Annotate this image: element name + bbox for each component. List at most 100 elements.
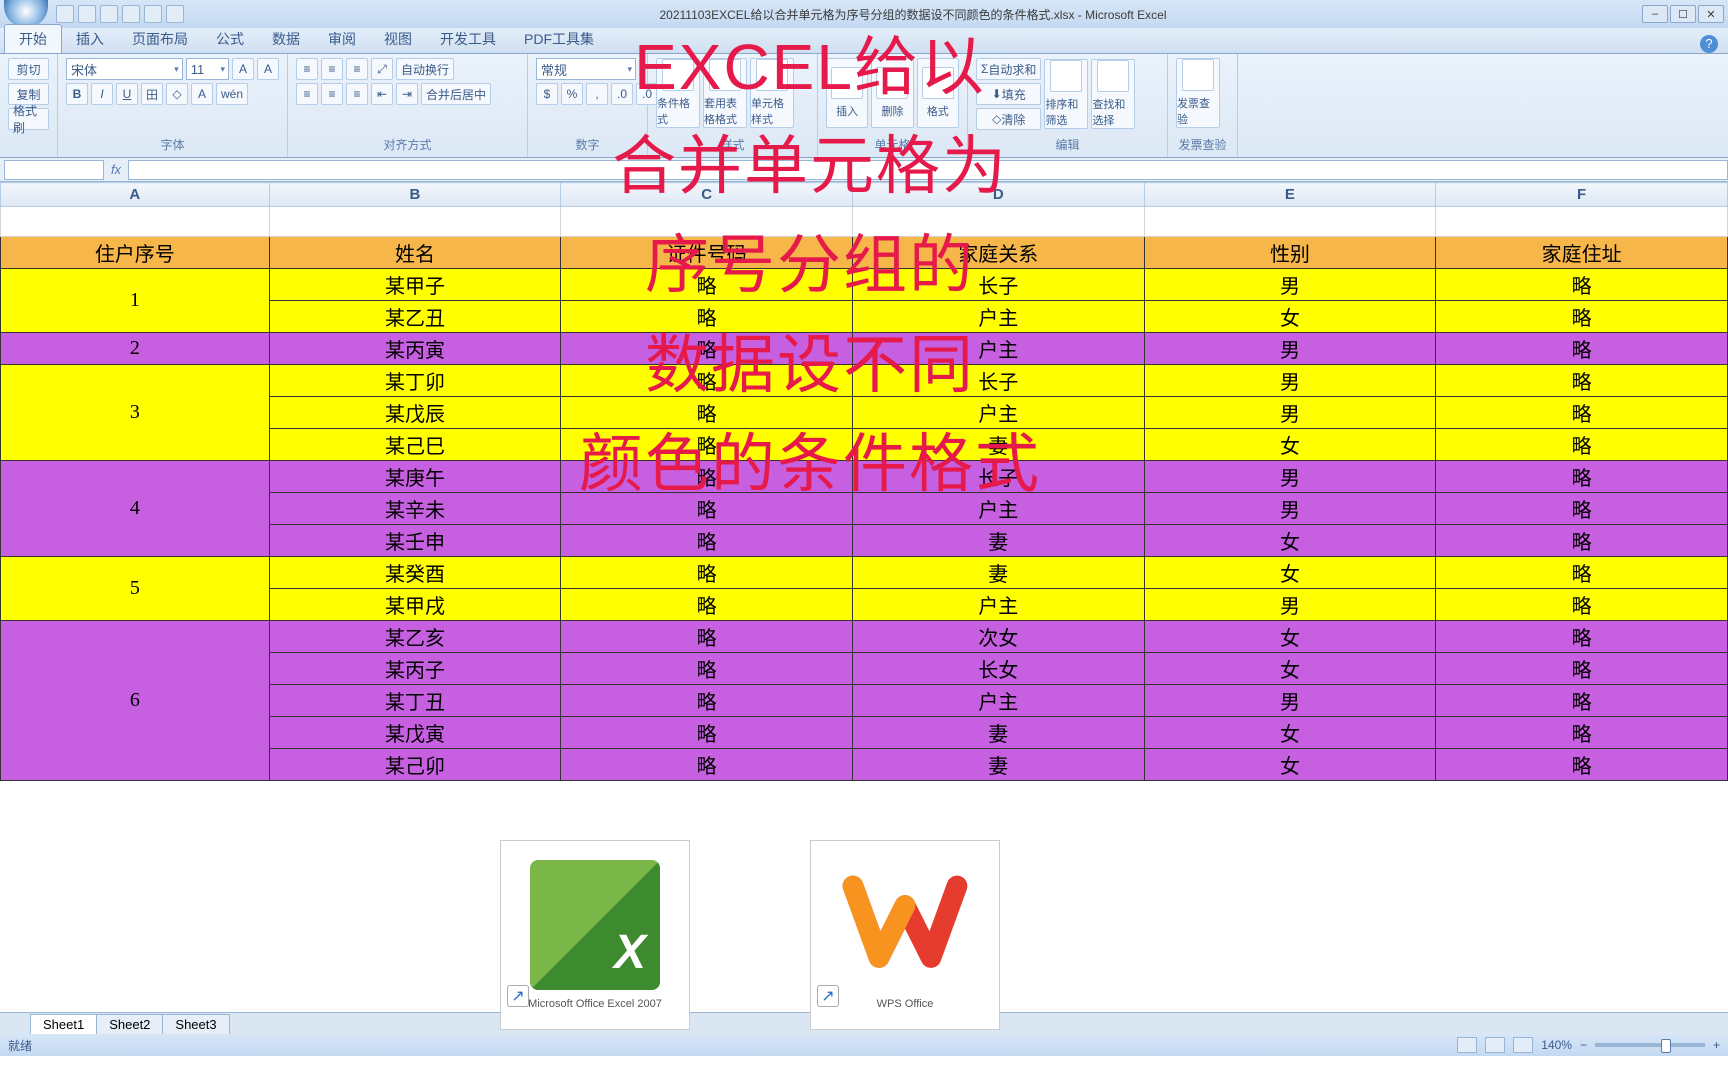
data-cell[interactable]: 女 (1144, 621, 1436, 653)
data-cell[interactable]: 男 (1144, 493, 1436, 525)
data-cell[interactable]: 略 (561, 269, 853, 301)
align-middle-button[interactable]: ≡ (321, 58, 343, 80)
data-cell[interactable]: 略 (1436, 333, 1728, 365)
invoice-check-button[interactable]: 发票查验 (1176, 58, 1220, 128)
sheet-tab-3[interactable]: Sheet3 (162, 1014, 229, 1034)
comma-button[interactable]: , (586, 83, 608, 105)
data-cell[interactable]: 略 (1436, 653, 1728, 685)
normal-view-button[interactable] (1457, 1037, 1477, 1053)
format-cells-button[interactable]: 格式 (917, 58, 959, 128)
tab-home[interactable]: 开始 (4, 24, 62, 53)
data-cell[interactable]: 女 (1144, 717, 1436, 749)
spreadsheet-grid[interactable]: ABCDEF住户序号姓名证件号码家庭关系性别家庭住址1某甲子略长子男略某乙丑略户… (0, 182, 1728, 1012)
find-select-button[interactable]: 查找和选择 (1091, 59, 1135, 129)
data-cell[interactable]: 略 (561, 589, 853, 621)
seq-cell[interactable]: 5 (1, 557, 270, 621)
data-cell[interactable]: 某庚午 (269, 461, 561, 493)
data-cell[interactable]: 略 (561, 301, 853, 333)
data-cell[interactable]: 长子 (852, 461, 1144, 493)
data-cell[interactable]: 女 (1144, 525, 1436, 557)
data-cell[interactable]: 某乙丑 (269, 301, 561, 333)
data-cell[interactable]: 户主 (852, 333, 1144, 365)
insert-cells-button[interactable]: 插入 (826, 58, 868, 128)
fill-button[interactable]: ⬇ 填充 (976, 83, 1041, 105)
increase-indent-button[interactable]: ⇥ (396, 83, 418, 105)
page-break-view-button[interactable] (1513, 1037, 1533, 1053)
underline-button[interactable]: U (116, 83, 138, 105)
align-left-button[interactable]: ≡ (296, 83, 318, 105)
qat-new-icon[interactable] (144, 5, 162, 23)
font-size-combo[interactable]: 11 (186, 58, 229, 80)
data-cell[interactable]: 略 (561, 333, 853, 365)
border-button[interactable]: 田 (141, 83, 163, 105)
cell-styles-button[interactable]: 单元格样式 (750, 58, 794, 128)
decrease-indent-button[interactable]: ⇤ (371, 83, 393, 105)
data-cell[interactable]: 女 (1144, 749, 1436, 781)
cell-empty[interactable] (1, 207, 270, 237)
data-cell[interactable]: 略 (561, 685, 853, 717)
data-cell[interactable]: 略 (1436, 269, 1728, 301)
data-cell[interactable]: 略 (561, 397, 853, 429)
data-cell[interactable]: 妻 (852, 525, 1144, 557)
data-cell[interactable]: 户主 (852, 493, 1144, 525)
data-cell[interactable]: 略 (561, 557, 853, 589)
data-cell[interactable]: 妻 (852, 749, 1144, 781)
tab-view[interactable]: 视图 (370, 25, 426, 53)
grow-font-button[interactable]: A (232, 58, 254, 80)
data-cell[interactable]: 略 (561, 365, 853, 397)
data-cell[interactable]: 某戊寅 (269, 717, 561, 749)
table-header-cell[interactable]: 家庭住址 (1436, 237, 1728, 269)
italic-button[interactable]: I (91, 83, 113, 105)
data-cell[interactable]: 某戊辰 (269, 397, 561, 429)
cell-empty[interactable] (1144, 207, 1436, 237)
data-cell[interactable]: 某乙亥 (269, 621, 561, 653)
qat-redo-icon[interactable] (100, 5, 118, 23)
data-cell[interactable]: 某己巳 (269, 429, 561, 461)
col-header-A[interactable]: A (1, 183, 270, 207)
autosum-button[interactable]: Σ 自动求和 (976, 58, 1041, 80)
wrap-text-button[interactable]: 自动换行 (396, 58, 454, 80)
data-cell[interactable]: 男 (1144, 589, 1436, 621)
data-cell[interactable]: 略 (1436, 429, 1728, 461)
data-cell[interactable]: 某癸酉 (269, 557, 561, 589)
clear-button[interactable]: ◇ 清除 (976, 108, 1041, 130)
sort-filter-button[interactable]: 排序和筛选 (1044, 59, 1088, 129)
data-cell[interactable]: 某辛未 (269, 493, 561, 525)
data-cell[interactable]: 某甲戌 (269, 589, 561, 621)
font-color-button[interactable]: A (191, 83, 213, 105)
tab-pdf[interactable]: PDF工具集 (510, 25, 608, 53)
data-cell[interactable]: 长子 (852, 365, 1144, 397)
data-cell[interactable]: 某丙子 (269, 653, 561, 685)
minimize-button[interactable]: – (1642, 5, 1668, 23)
data-cell[interactable]: 略 (1436, 557, 1728, 589)
name-box[interactable] (4, 160, 104, 180)
zoom-in-button[interactable]: + (1713, 1038, 1720, 1052)
data-cell[interactable]: 略 (1436, 749, 1728, 781)
qat-save-icon[interactable] (56, 5, 74, 23)
data-cell[interactable]: 某丁卯 (269, 365, 561, 397)
tab-data[interactable]: 数据 (258, 25, 314, 53)
data-cell[interactable]: 某甲子 (269, 269, 561, 301)
data-cell[interactable]: 略 (1436, 685, 1728, 717)
data-cell[interactable]: 女 (1144, 557, 1436, 589)
seq-cell[interactable]: 6 (1, 621, 270, 781)
data-cell[interactable]: 略 (1436, 525, 1728, 557)
data-cell[interactable]: 长女 (852, 653, 1144, 685)
cell-empty[interactable] (269, 207, 561, 237)
data-cell[interactable]: 某丙寅 (269, 333, 561, 365)
tab-review[interactable]: 审阅 (314, 25, 370, 53)
align-bottom-button[interactable]: ≡ (346, 58, 368, 80)
data-cell[interactable]: 某己卯 (269, 749, 561, 781)
maximize-button[interactable]: ☐ (1670, 5, 1696, 23)
data-cell[interactable]: 男 (1144, 365, 1436, 397)
close-button[interactable]: ✕ (1698, 5, 1724, 23)
tab-developer[interactable]: 开发工具 (426, 25, 510, 53)
formula-input[interactable] (128, 160, 1728, 180)
data-cell[interactable]: 长子 (852, 269, 1144, 301)
data-cell[interactable]: 男 (1144, 461, 1436, 493)
fill-color-button[interactable]: ◇ (166, 83, 188, 105)
data-cell[interactable]: 男 (1144, 333, 1436, 365)
data-cell[interactable]: 女 (1144, 301, 1436, 333)
data-cell[interactable]: 略 (561, 621, 853, 653)
data-cell[interactable]: 略 (561, 653, 853, 685)
